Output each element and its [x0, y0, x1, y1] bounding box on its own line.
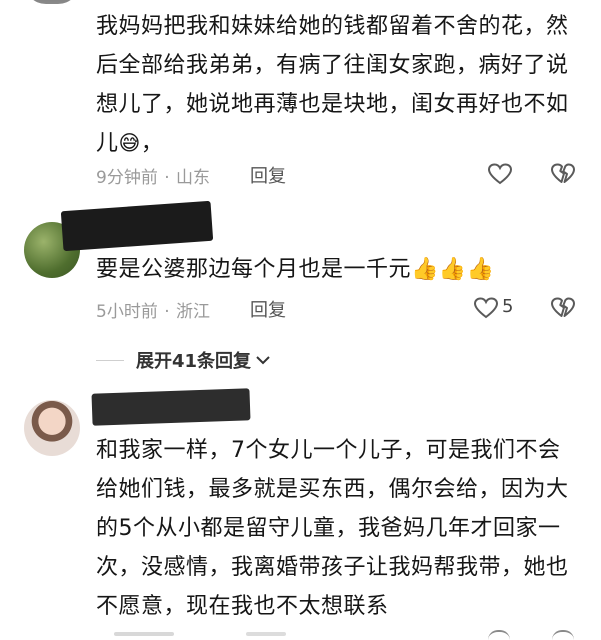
heart-icon	[473, 296, 499, 320]
thumbs-up-emoji: 👍	[466, 257, 495, 282]
like-count: 5	[502, 296, 514, 317]
meta-separator: ·	[164, 302, 170, 322]
comment-line: 不愿意，现在我也不太想联系	[96, 594, 389, 619]
dislike-button[interactable]	[550, 296, 576, 320]
dislike-button[interactable]	[550, 162, 576, 186]
comment-line: 我妈妈把我和妹妹给她的钱都留着不舍的花，然	[96, 14, 569, 39]
avatar[interactable]	[24, 400, 80, 456]
comment-text: 和我家一样，7个女儿一个儿子，可是我们不会 给她们钱，最多就是买东西，偶尔会给，…	[96, 431, 586, 626]
comment-meta-cutoff	[96, 630, 596, 640]
like-button[interactable]	[473, 296, 499, 320]
expand-replies-label: 展开41条回复	[136, 351, 252, 372]
username-redacted	[91, 388, 251, 426]
comment-line: 想儿了，她说地再薄也是块地，闺女再好也不如	[96, 92, 569, 117]
comment-line: 和我家一样，7个女儿一个儿子，可是我们不会	[96, 438, 561, 463]
comment-time: 5小时前	[96, 302, 158, 322]
expand-divider	[96, 360, 124, 361]
avatar[interactable]	[24, 0, 80, 4]
reply-button[interactable]: 回复	[250, 162, 286, 188]
comment-line: 的5个从小都是留守儿童，我爸妈几年才回家一	[96, 516, 561, 541]
heart-icon	[487, 162, 513, 186]
chevron-down-icon	[255, 351, 271, 370]
comment-meta: 5小时前 · 浙江	[96, 297, 210, 322]
comment-location: 浙江	[176, 302, 211, 322]
expand-replies-button[interactable]: 展开41条回复	[136, 347, 271, 373]
thumbs-up-emoji: 👍	[411, 257, 439, 282]
comment-text: 我妈妈把我和妹妹给她的钱都留着不舍的花，然 后全部给我弟弟，有病了往闺女家跑，病…	[96, 7, 586, 163]
comment-line: 次，没感情，我离婚带孩子让我妈帮我带，她也	[96, 555, 569, 580]
sweat-smile-emoji: 😅	[118, 131, 141, 155]
reply-button[interactable]: 回复	[250, 296, 286, 322]
comment-time: 9分钟前	[96, 168, 158, 188]
broken-heart-icon	[550, 296, 576, 320]
username-redacted	[60, 200, 214, 252]
thumbs-up-emoji: 👍	[438, 257, 467, 282]
comment-line: 后全部给我弟弟，有病了往闺女家跑，病好了说	[96, 53, 569, 78]
comment-line: 给她们钱，最多就是买东西，偶尔会给，因为大	[96, 477, 569, 502]
like-button[interactable]	[487, 162, 513, 186]
comment-text: 要是公婆那边每个月也是一千元👍👍👍	[96, 257, 495, 282]
broken-heart-icon	[550, 162, 576, 186]
comment-location: 山东	[176, 168, 211, 188]
comment-line: 儿😅，	[96, 131, 164, 156]
meta-separator: ·	[164, 168, 170, 188]
comment-meta: 9分钟前 · 山东	[96, 163, 210, 188]
